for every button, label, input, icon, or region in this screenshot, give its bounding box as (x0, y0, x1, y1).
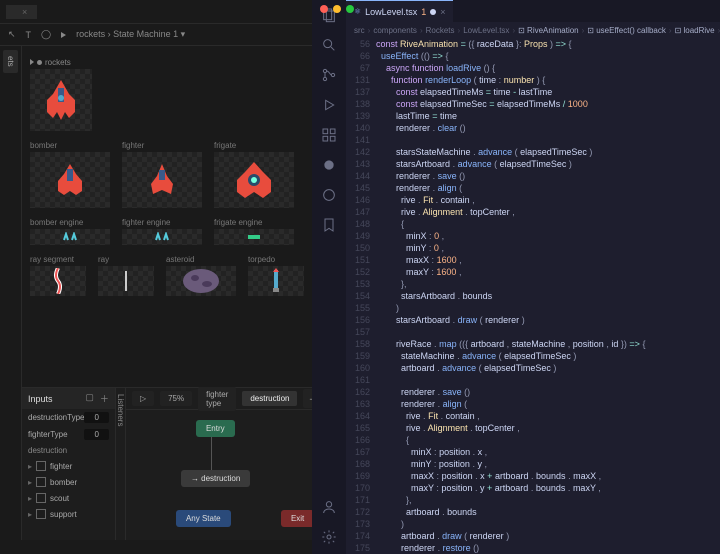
node-entry[interactable]: Entry (196, 420, 235, 437)
state-machine-panel: Inputs ▢ ＋ destructionType0fighterType0 d… (22, 387, 312, 540)
play-icon[interactable] (61, 32, 66, 38)
tab-destruction[interactable]: destruction (242, 391, 297, 406)
state-graph[interactable]: ▷ 75% fighter type destruction ＋ Entry →… (126, 388, 312, 540)
node-any-state[interactable]: Any State (176, 510, 231, 527)
section-label: destruction (22, 443, 115, 458)
sprite-bomber[interactable] (30, 152, 110, 208)
sprite-torpedo[interactable] (248, 266, 304, 296)
sprite-label: frigate engine (214, 218, 294, 227)
sidebar-pill[interactable]: ets (3, 50, 18, 73)
tab-fighter-type[interactable]: fighter type (198, 387, 236, 411)
window-controls[interactable] (320, 5, 354, 13)
sprite-label: bomber engine (30, 218, 110, 227)
account-icon[interactable] (320, 498, 338, 516)
editor-tabs: ⚛ LowLevel.tsx 1 × (346, 0, 720, 22)
close-tab-icon[interactable]: × (440, 7, 445, 17)
sprite-label: asteroid (166, 255, 236, 264)
text-tool-icon[interactable]: T (26, 30, 32, 40)
artboard-breadcrumb[interactable]: rockets › State Machine 1 ▾ (76, 29, 185, 40)
copilot-icon[interactable] (320, 156, 338, 174)
rive-editor: × ↖ T ◯ rockets › State Machine 1 ▾ ets … (0, 0, 312, 540)
rive-sidebar: ets (0, 46, 22, 540)
artboard-label: rockets (30, 58, 304, 67)
sprite-bomber-engine[interactable] (30, 229, 110, 245)
zoom-level[interactable]: 75% (160, 391, 192, 406)
sprite-label: fighter engine (122, 218, 202, 227)
input-destructionType[interactable]: destructionType0 (22, 409, 115, 426)
shape-tool-icon[interactable]: ◯ (41, 29, 51, 40)
rive-canvas[interactable]: rockets bomber fighter frigate bomber engi… (22, 46, 312, 540)
inputs-panel: Inputs ▢ ＋ destructionType0fighterType0 d… (22, 388, 116, 540)
layer-bomber[interactable]: ▸bomber (22, 474, 115, 490)
rive-file-tab[interactable]: × (6, 5, 37, 19)
inputs-title: Inputs (28, 394, 53, 404)
add-icon[interactable]: ＋ (100, 392, 109, 405)
close-icon[interactable]: × (22, 7, 27, 17)
sprite-ray[interactable] (98, 266, 154, 296)
layer-scout[interactable]: ▸scout (22, 490, 115, 506)
sprite-fighter-engine[interactable] (122, 229, 202, 245)
sprite-main[interactable] (30, 69, 92, 131)
input-fighterType[interactable]: fighterType0 (22, 426, 115, 443)
sprite-label: torpedo (248, 255, 304, 264)
listeners-tab[interactable]: Listeners (116, 388, 125, 426)
search-icon[interactable] (320, 36, 338, 54)
copy-icon[interactable]: ▢ (85, 392, 94, 405)
react-file-icon: ⚛ (354, 7, 361, 16)
sprite-ray-segment[interactable] (30, 266, 86, 296)
activity-bar (312, 0, 346, 554)
sprite-label: ray segment (30, 255, 86, 264)
graph-play[interactable]: ▷ (132, 391, 154, 406)
sprite-label: fighter (122, 141, 202, 150)
remote-icon[interactable] (320, 186, 338, 204)
rive-toolbar: ↖ T ◯ rockets › State Machine 1 ▾ (0, 24, 312, 46)
layer-fighter[interactable]: ▸fighter (22, 458, 115, 474)
sprite-frigate[interactable] (214, 152, 294, 208)
rive-titlebar: × (0, 0, 312, 24)
minimize-window-icon[interactable] (333, 5, 341, 13)
sprite-label: bomber (30, 141, 110, 150)
editor-group: ⚛ LowLevel.tsx 1 × src›components›Rocket… (346, 0, 720, 554)
sprite-frigate-engine[interactable] (214, 229, 294, 245)
debug-icon[interactable] (320, 96, 338, 114)
node-destruction[interactable]: → destruction (181, 470, 250, 487)
extensions-icon[interactable] (320, 126, 338, 144)
node-exit[interactable]: Exit (281, 510, 312, 527)
tab-lowlevel[interactable]: ⚛ LowLevel.tsx 1 × (346, 0, 453, 22)
modified-indicator-icon (430, 9, 436, 15)
pointer-tool-icon[interactable]: ↖ (8, 29, 16, 40)
add-tab[interactable]: ＋ (303, 389, 312, 408)
sprite-label: ray (98, 255, 154, 264)
close-window-icon[interactable] (320, 5, 328, 13)
code-editor[interactable]: 5666671311371381391401411421431441451461… (346, 38, 720, 554)
sprite-label: frigate (214, 141, 294, 150)
sprite-asteroid[interactable] (166, 266, 236, 296)
source-control-icon[interactable] (320, 66, 338, 84)
sprite-fighter[interactable] (122, 152, 202, 208)
layer-support[interactable]: ▸support (22, 506, 115, 522)
settings-icon[interactable] (320, 528, 338, 546)
maximize-window-icon[interactable] (346, 5, 354, 13)
breadcrumb[interactable]: src›components›Rockets›LowLevel.tsx›⊡ Ri… (346, 22, 720, 38)
bookmark-icon[interactable] (320, 216, 338, 234)
vscode-window: ⚛ LowLevel.tsx 1 × src›components›Rocket… (312, 0, 720, 540)
